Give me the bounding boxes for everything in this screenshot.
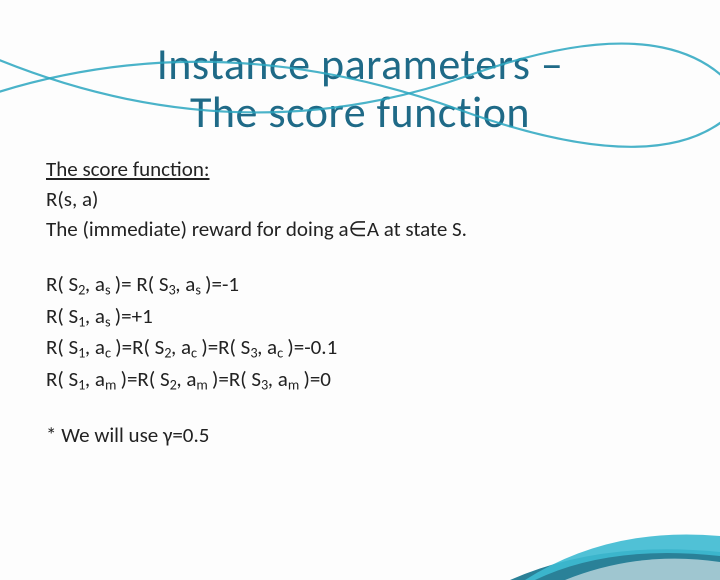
definition-text: The (immediate) reward for doing a∈A at … bbox=[46, 215, 674, 243]
section-heading: The score function: bbox=[46, 155, 674, 183]
corner-swoosh-icon bbox=[510, 490, 720, 580]
slide-title: Instance parameters – The score function bbox=[0, 40, 720, 137]
definition-symbol: R(s, a) bbox=[46, 185, 674, 213]
equation-1: R( S2, as )= R( S3, as )=-1 bbox=[46, 270, 674, 300]
title-line-2: The score function bbox=[190, 85, 530, 139]
equation-2: R( S1, as )=+1 bbox=[46, 302, 674, 332]
gamma-note: * We will use γ=0.5 bbox=[46, 421, 674, 449]
equation-4: R( S1, am )=R( S2, am )=R( S3, am )=0 bbox=[46, 365, 674, 395]
equation-3: R( S1, ac )=R( S2, ac )=R( S3, ac )=-0.1 bbox=[46, 333, 674, 363]
slide-body: The score function: R(s, a) The (immedia… bbox=[0, 155, 720, 450]
title-line-1: Instance parameters – bbox=[157, 37, 564, 91]
